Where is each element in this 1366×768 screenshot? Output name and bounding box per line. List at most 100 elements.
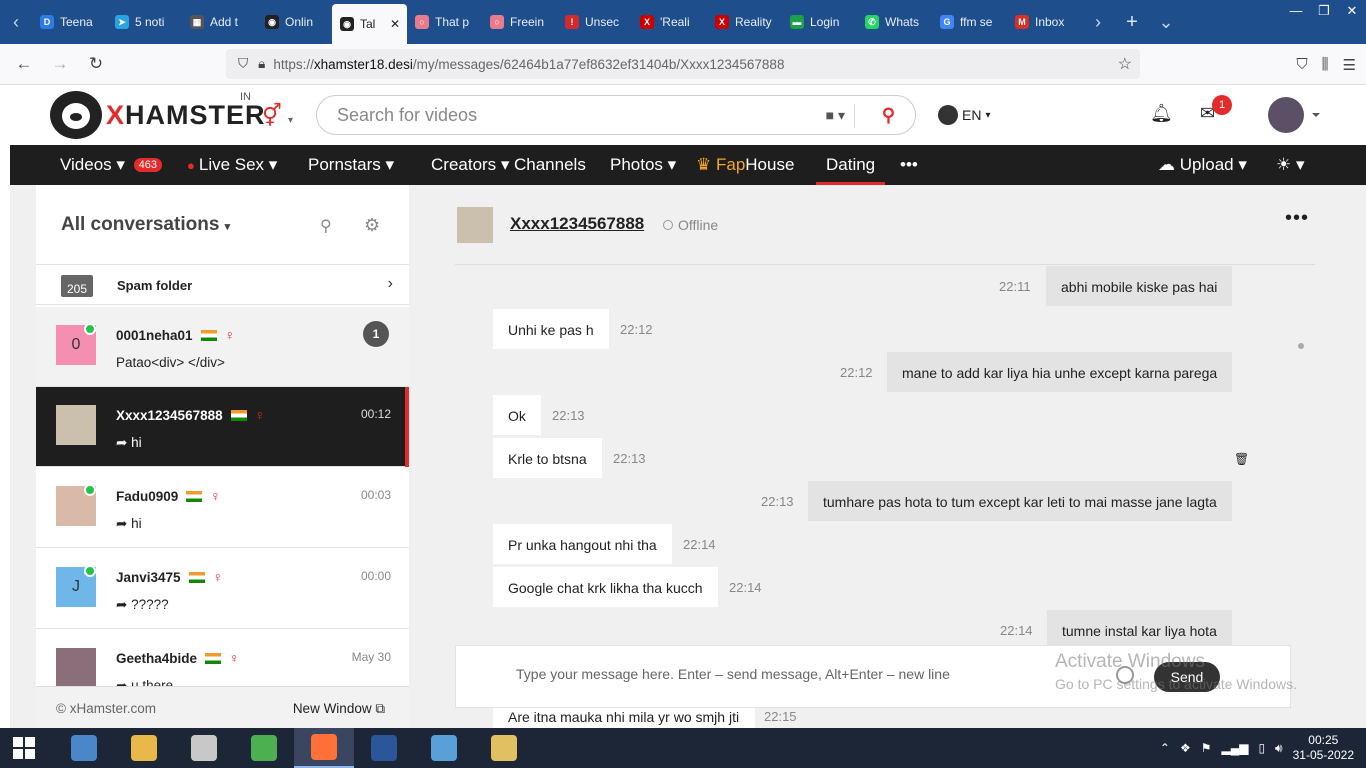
tab-favicon-icon: ◉ — [340, 17, 354, 31]
nav-dating[interactable]: Dating — [815, 145, 886, 185]
shield-icon[interactable]: ⛉ — [238, 56, 248, 72]
new-window-link[interactable]: New Window ⧉ — [293, 701, 385, 717]
language-selector[interactable]: EN ▾ — [938, 105, 990, 125]
pocket-icon[interactable]: ⛉ — [1296, 56, 1307, 73]
restore-button[interactable]: ❐ — [1310, 0, 1338, 22]
browser-tab[interactable]: ○ Freein — [482, 0, 557, 44]
browser-tab[interactable]: Gffm se — [932, 0, 1007, 44]
camera-filter-icon[interactable]: ■ ▾ — [826, 107, 845, 124]
nav-more[interactable]: ••• — [900, 145, 918, 185]
url-prefix: https:// — [273, 56, 314, 72]
lock-icon[interactable]: 🔒︎ — [258, 56, 265, 72]
conversation-preview: ➦ hi — [116, 516, 142, 531]
browser-tab[interactable]: ◉ Onlin — [257, 0, 332, 44]
close-window-button[interactable]: ✕ — [1338, 0, 1366, 22]
new-tab-button[interactable]: + — [1114, 11, 1150, 34]
partner-name[interactable]: Xxxx1234567888 — [510, 214, 644, 234]
orientation-selector[interactable]: ⚥ ▾ — [262, 103, 293, 129]
site-logo[interactable]: XHAMSTER IN — [50, 91, 266, 139]
india-flag-icon — [230, 409, 247, 421]
browser-tab[interactable]: X 'Reali — [632, 0, 707, 44]
search-icon[interactable]: ⚲ — [320, 216, 332, 236]
nav-photos[interactable]: Photos ▾ — [610, 145, 676, 185]
system-clock[interactable]: 00:25 31-05-2022 — [1293, 733, 1354, 763]
tab-list-icon[interactable]: ⌄ — [1150, 0, 1182, 44]
conversations-filter[interactable]: All conversations ▾ — [61, 214, 230, 236]
language-label: EN — [962, 107, 982, 123]
volume-icon[interactable]: 🔊︎ — [1275, 741, 1283, 756]
theme-toggle[interactable]: ☀ ▾ — [1276, 145, 1305, 185]
browser-tab[interactable]: ▬ Login — [782, 0, 857, 44]
conversation-item[interactable]: 0 0001neha01 ♀ 1 Patao<div> </div> — [36, 307, 409, 387]
search-button[interactable]: ⚲ — [882, 105, 895, 126]
tab-title: Freein — [510, 15, 545, 29]
flag-icon[interactable]: ⚑ — [1201, 741, 1212, 755]
forward-icon[interactable]: → — [42, 54, 78, 74]
more-options-icon[interactable]: ••• — [1285, 207, 1309, 230]
search-input[interactable]: Search for videos — [337, 105, 477, 126]
taskbar-app-chrome[interactable] — [234, 728, 294, 768]
taskbar-app-this-pc[interactable] — [54, 728, 114, 768]
bookmark-star-icon[interactable]: ☆ — [1118, 54, 1132, 74]
tab-favicon-icon: ➤ — [115, 15, 129, 29]
url-bar[interactable]: ⛉ 🔒︎ https://xhamster18.desi/my/messages… — [226, 49, 1140, 79]
battery-icon[interactable]: ▯ — [1258, 741, 1265, 755]
trash-icon[interactable]: 🗑︎ — [1234, 452, 1249, 466]
browser-tab[interactable]: ! Unsec — [557, 0, 632, 44]
search-bar[interactable]: Search for videos ■ ▾ ⚲ — [316, 95, 916, 135]
nav-pornstars[interactable]: Pornstars ▾ — [308, 145, 394, 185]
taskbar-app-firefox[interactable] — [294, 728, 354, 768]
start-button[interactable] — [0, 728, 48, 768]
nav-live-sex[interactable]: ● Live Sex ▾ — [187, 145, 277, 185]
reload-icon[interactable]: ↻ — [78, 54, 114, 74]
network-icon[interactable]: ▂▄▆ — [1221, 741, 1248, 755]
conversation-item[interactable]: Xxxx1234567888 ♀ 00:12 ➦ hi — [36, 387, 409, 467]
dropbox-icon[interactable]: ❖ — [1180, 741, 1191, 755]
nav-creators[interactable]: Creators ▾ — [431, 145, 509, 185]
site-header: XHAMSTER IN ⚥ ▾ Search for videos ■ ▾ ⚲ … — [10, 85, 1366, 145]
browser-tab[interactable]: D Teena — [32, 0, 107, 44]
spam-folder[interactable]: 205 Spam folder › — [36, 265, 409, 305]
conversation-item[interactable]: J Janvi3475 ♀ 00:00 ➦ ????? — [36, 549, 409, 629]
back-icon[interactable]: ← — [6, 54, 42, 74]
menu-icon[interactable]: ☰ — [1343, 56, 1356, 74]
tab-title: Login — [810, 15, 840, 29]
upload-button[interactable]: ☁ Upload ▾ — [1158, 145, 1247, 185]
nav-channels[interactable]: Channels — [514, 145, 586, 185]
close-tab-icon[interactable]: ✕ — [390, 17, 400, 31]
user-avatar[interactable] — [1268, 97, 1320, 133]
browser-tab[interactable]: ▦ Add t — [182, 0, 257, 44]
browser-tab[interactable]: X Reality — [707, 0, 782, 44]
window-controls: — ❐ ✕ — [1282, 0, 1366, 22]
conversation-name: Geetha4bide ♀ — [116, 650, 240, 666]
messages-icon[interactable]: ✉ 1 — [1200, 95, 1232, 124]
browser-tab[interactable]: ○ That p — [407, 0, 482, 44]
nav-faphouse[interactable]: ♛ FapHouse — [696, 145, 794, 185]
taskbar-app-photos[interactable] — [414, 728, 474, 768]
gear-icon[interactable]: ⚙ — [364, 215, 380, 236]
online-indicator — [84, 484, 96, 496]
scrollbar-thumb[interactable] — [1298, 343, 1304, 349]
partner-avatar[interactable] — [457, 207, 493, 243]
tab-scroll-left-icon[interactable]: ‹ — [0, 0, 32, 44]
taskbar-app-word[interactable] — [354, 728, 414, 768]
browser-tab[interactable]: ✆ Whats — [857, 0, 932, 44]
show-hidden-icons[interactable]: ⌃ — [1160, 741, 1170, 755]
message-input[interactable]: Type your message here. Enter – send mes… — [516, 666, 950, 682]
notifications-bell-icon[interactable]: 🔔︎ — [1150, 103, 1173, 124]
browser-tab[interactable]: M Inbox — [1007, 0, 1082, 44]
female-icon: ♀ — [212, 569, 224, 585]
browser-tab[interactable]: ◉ Tal ✕ — [332, 4, 407, 44]
taskbar-app-clock-app[interactable] — [174, 728, 234, 768]
browser-tab[interactable]: ➤ 5 noti — [107, 0, 182, 44]
external-link-icon: ⧉ — [375, 701, 385, 716]
tab-scroll-right-icon[interactable]: › — [1082, 0, 1114, 44]
brand-name: XHAMSTER — [106, 99, 266, 130]
taskbar-app-paint[interactable] — [474, 728, 534, 768]
tab-favicon-icon: D — [40, 15, 54, 29]
library-icon[interactable]: ⫼ — [1322, 56, 1329, 73]
minimize-button[interactable]: — — [1282, 0, 1310, 22]
conversation-item[interactable]: Fadu0909 ♀ 00:03 ➦ hi — [36, 468, 409, 548]
taskbar-app-file-explorer[interactable] — [114, 728, 174, 768]
nav-videos[interactable]: Videos ▾ 463 — [60, 145, 163, 185]
